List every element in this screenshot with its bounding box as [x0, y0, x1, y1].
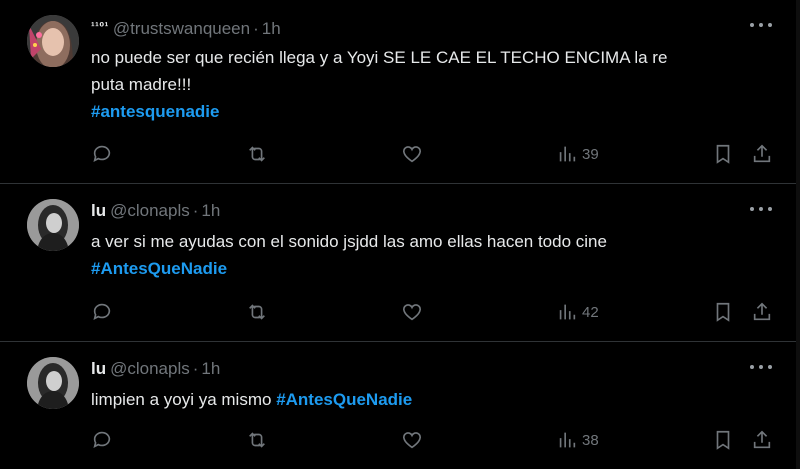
tweet-text-line: limpien a yoyi ya mismo — [91, 390, 272, 409]
separator-dot: · — [253, 19, 259, 38]
bookmark-button[interactable] — [712, 428, 734, 452]
like-icon — [402, 146, 422, 163]
tweet-text-line: no puede ser que recién llega y a Yoyi S… — [91, 48, 668, 67]
like-icon — [402, 432, 422, 449]
share-icon — [753, 144, 771, 163]
tweet-header: lu @clonapls · 1h — [91, 201, 220, 221]
display-name[interactable]: ¹¹⁰¹ — [91, 21, 109, 33]
retweet-button[interactable] — [246, 142, 268, 166]
like-icon — [402, 304, 422, 321]
share-icon — [753, 430, 771, 449]
reply-icon — [93, 145, 111, 162]
tweet-actions: 38 — [91, 428, 781, 452]
tweet-text-line: a ver si me ayudas con el sonido jsjdd l… — [91, 232, 607, 251]
handle[interactable]: @clonapls — [110, 201, 190, 220]
tweet-text: limpien a yoyi ya mismo #AntesQueNadie — [91, 386, 771, 413]
retweet-button[interactable] — [246, 428, 268, 452]
tweet-text: no puede ser que recién llega y a Yoyi S… — [91, 44, 771, 125]
reply-icon — [93, 303, 111, 320]
avatar[interactable] — [27, 199, 79, 251]
hashtag-link[interactable]: #antesquenadie — [91, 102, 220, 121]
views-count: 42 — [582, 303, 599, 321]
tweet-text-line: puta madre!!! — [91, 75, 192, 94]
avatar[interactable] — [27, 15, 79, 67]
retweet-button[interactable] — [246, 300, 268, 324]
views-icon — [559, 146, 576, 162]
timestamp[interactable]: 1h — [262, 19, 281, 38]
views-icon — [559, 304, 576, 320]
retweet-icon — [249, 304, 265, 320]
retweet-icon — [249, 432, 265, 448]
bookmark-icon — [716, 430, 730, 450]
more-icon[interactable] — [750, 202, 772, 216]
separator-dot: · — [192, 201, 199, 220]
views-icon — [559, 432, 576, 448]
like-button[interactable] — [401, 300, 423, 324]
display-name[interactable]: lu — [91, 201, 106, 220]
separator-dot: · — [192, 359, 199, 378]
avatar[interactable] — [27, 357, 79, 409]
share-icon — [753, 302, 771, 321]
bookmark-icon — [716, 302, 730, 322]
timestamp[interactable]: 1h — [201, 201, 220, 220]
tweet-actions: 39 — [91, 142, 781, 166]
tweet-actions: 42 — [91, 300, 781, 324]
like-button[interactable] — [401, 428, 423, 452]
retweet-icon — [249, 146, 265, 162]
tweet-header: ¹¹⁰¹ @trustswanqueen · 1h — [91, 17, 281, 39]
handle[interactable]: @trustswanqueen — [113, 19, 250, 38]
hashtag-link[interactable]: #AntesQueNadie — [91, 259, 227, 278]
views-count: 39 — [582, 145, 599, 163]
reply-icon — [93, 431, 111, 448]
share-button[interactable] — [751, 142, 773, 166]
reply-button[interactable] — [91, 428, 113, 452]
more-icon[interactable] — [750, 18, 772, 32]
tweet[interactable]: lu @clonapls · 1h limpien a yoyi ya mismo #… — [0, 342, 796, 469]
more-icon[interactable] — [750, 360, 772, 374]
views-button[interactable]: 38 — [556, 428, 599, 452]
reply-button[interactable] — [91, 300, 113, 324]
share-button[interactable] — [751, 300, 773, 324]
scroll-edge — [796, 0, 800, 469]
bookmark-icon — [716, 144, 730, 164]
tweet[interactable]: ¹¹⁰¹ @trustswanqueen · 1h no puede ser que … — [0, 0, 796, 184]
tweet-text: a ver si me ayudas con el sonido jsjdd l… — [91, 228, 771, 282]
tweet-header: lu @clonapls · 1h — [91, 359, 220, 379]
bookmark-button[interactable] — [712, 300, 734, 324]
tweet[interactable]: lu @clonapls · 1h a ver si me ayudas con el… — [0, 184, 796, 342]
views-button[interactable]: 42 — [556, 300, 599, 324]
share-button[interactable] — [751, 428, 773, 452]
timeline: ¹¹⁰¹ @trustswanqueen · 1h no puede ser que … — [0, 0, 800, 469]
reply-button[interactable] — [91, 142, 113, 166]
display-name[interactable]: lu — [91, 359, 106, 378]
handle[interactable]: @clonapls — [110, 359, 190, 378]
timestamp[interactable]: 1h — [201, 359, 220, 378]
bookmark-button[interactable] — [712, 142, 734, 166]
views-count: 38 — [582, 431, 599, 449]
views-button[interactable]: 39 — [556, 142, 599, 166]
hashtag-link[interactable]: #AntesQueNadie — [276, 390, 412, 409]
like-button[interactable] — [401, 142, 423, 166]
